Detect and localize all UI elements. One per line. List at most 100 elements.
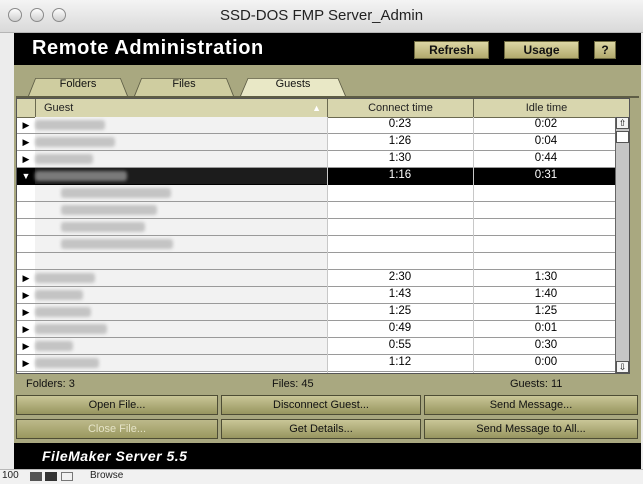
guest-name-redacted bbox=[35, 341, 73, 351]
table-row[interactable]: ▶ 1:12 0:00 bbox=[17, 355, 629, 372]
connect-time-cell: 0:23 bbox=[388, 118, 412, 130]
guest-name-redacted bbox=[35, 273, 95, 283]
idle-time-cell: 1:25 bbox=[534, 305, 558, 317]
table-row[interactable]: ▶ 0:23 0:02 bbox=[17, 117, 629, 134]
disclosure-collapsed-icon[interactable]: ▶ bbox=[19, 340, 33, 353]
row-spacer bbox=[19, 187, 33, 200]
row-spacer bbox=[19, 238, 33, 251]
connect-time-cell: 2:30 bbox=[388, 271, 412, 283]
header-spacer bbox=[17, 99, 35, 117]
tab-files[interactable]: Files bbox=[134, 74, 234, 96]
get-details-button[interactable]: Get Details... bbox=[221, 419, 421, 439]
column-header-guest-label: Guest bbox=[44, 102, 74, 114]
disclosure-collapsed-icon[interactable]: ▶ bbox=[19, 136, 33, 149]
idle-time-cell: 0:30 bbox=[534, 339, 558, 351]
disclosure-collapsed-icon[interactable]: ▶ bbox=[19, 289, 33, 302]
mode-indicator[interactable]: Browse bbox=[90, 470, 123, 481]
tab-folders[interactable]: Folders bbox=[28, 74, 128, 96]
help-button[interactable]: ? bbox=[594, 41, 616, 59]
scroll-up-arrow-icon[interactable]: ⇧ bbox=[616, 117, 629, 129]
guest-cell bbox=[35, 253, 327, 269]
guest-file-redacted bbox=[61, 188, 171, 198]
guest-cell bbox=[35, 338, 327, 354]
send-message-to-all-button[interactable]: Send Message to All... bbox=[424, 419, 638, 439]
disclosure-collapsed-icon[interactable]: ▶ bbox=[19, 306, 33, 319]
table-row[interactable]: ▶ 0:55 0:30 bbox=[17, 338, 629, 355]
disclosure-expanded-icon[interactable]: ▼ bbox=[19, 170, 33, 183]
disconnect-guest-button[interactable]: Disconnect Guest... bbox=[221, 395, 421, 415]
guest-name-redacted bbox=[35, 120, 105, 130]
guest-file-redacted bbox=[61, 222, 145, 232]
table-row[interactable]: ▶ 0:49 0:01 bbox=[17, 321, 629, 338]
disclosure-collapsed-icon[interactable]: ▶ bbox=[19, 153, 33, 166]
table-row[interactable]: ▶ 1:25 1:25 bbox=[17, 304, 629, 321]
column-header-idle-time[interactable]: Idle time bbox=[473, 99, 619, 117]
window-titlebar: SSD-DOS FMP Server_Admin bbox=[0, 0, 643, 33]
disclosure-collapsed-icon[interactable]: ▶ bbox=[19, 357, 33, 370]
column-divider bbox=[327, 117, 328, 373]
connect-time-cell: 1:30 bbox=[388, 152, 412, 164]
connect-time-cell: 1:16 bbox=[388, 169, 412, 181]
tab-files-label: Files bbox=[172, 78, 196, 90]
status-bar: 100 Browse bbox=[0, 469, 643, 484]
disclosure-collapsed-icon[interactable]: ▶ bbox=[19, 323, 33, 336]
column-header-guest[interactable]: Guest ▲ bbox=[35, 99, 327, 117]
send-message-button[interactable]: Send Message... bbox=[424, 395, 638, 415]
idle-time-cell: 0:44 bbox=[534, 152, 558, 164]
tab-guests[interactable]: Guests bbox=[240, 74, 346, 96]
guest-file-redacted bbox=[61, 239, 173, 249]
table-row[interactable]: ▶ 1:30 0:44 bbox=[17, 151, 629, 168]
files-count: Files: 45 bbox=[272, 378, 314, 390]
table-row[interactable]: ▶ 2:30 1:30 bbox=[17, 270, 629, 287]
idle-time-cell: 1:30 bbox=[534, 271, 558, 283]
connect-time-cell: 1:25 bbox=[388, 305, 412, 317]
zoom-out-icon[interactable] bbox=[30, 472, 42, 481]
admin-panel: Folders Files Guests Guest ▲ Connect tim… bbox=[14, 65, 641, 443]
guest-name-redacted bbox=[35, 137, 115, 147]
idle-time-cell: 0:00 bbox=[534, 356, 558, 368]
idle-time-cell: 0:31 bbox=[534, 169, 558, 181]
usage-button[interactable]: Usage bbox=[504, 41, 579, 59]
connect-time-cell: 1:12 bbox=[388, 356, 412, 368]
close-file-button[interactable]: Close File... bbox=[16, 419, 218, 439]
table-row[interactable] bbox=[17, 219, 629, 236]
column-header-connect-time[interactable]: Connect time bbox=[327, 99, 473, 117]
table-row[interactable]: ▶ 1:43 1:40 bbox=[17, 287, 629, 304]
sort-ascending-icon: ▲ bbox=[312, 103, 321, 113]
connect-time-cell: 1:26 bbox=[388, 135, 412, 147]
idle-time-cell: 0:01 bbox=[534, 322, 558, 334]
table-row[interactable] bbox=[17, 236, 629, 253]
row-spacer bbox=[19, 221, 33, 234]
guest-name-redacted bbox=[35, 358, 99, 368]
zoom-level[interactable]: 100 bbox=[2, 470, 19, 481]
disclosure-collapsed-icon[interactable]: ▶ bbox=[19, 119, 33, 132]
tab-folders-label: Folders bbox=[59, 78, 97, 90]
guest-name-redacted bbox=[35, 154, 93, 164]
table-row[interactable]: ▶ 1:26 0:04 bbox=[17, 134, 629, 151]
vertical-scrollbar[interactable]: ⇧ ⇩ bbox=[615, 117, 629, 373]
guest-name-redacted bbox=[35, 290, 83, 300]
table-row[interactable] bbox=[17, 202, 629, 219]
open-file-button[interactable]: Open File... bbox=[16, 395, 218, 415]
table-row[interactable] bbox=[17, 253, 629, 270]
page-title: Remote Administration bbox=[32, 37, 264, 59]
tab-guests-label: Guests bbox=[275, 78, 311, 90]
table-row[interactable]: ▼ 1:16 0:31 bbox=[17, 168, 629, 185]
idle-time-cell: 0:04 bbox=[534, 135, 558, 147]
scrollbar-thumb[interactable] bbox=[616, 131, 629, 143]
idle-time-cell: 1:40 bbox=[534, 288, 558, 300]
disclosure-collapsed-icon[interactable]: ▶ bbox=[19, 272, 33, 285]
filemaker-footer: FileMaker Server 5.5 bbox=[14, 443, 641, 469]
idle-time-cell: 0:02 bbox=[534, 118, 558, 130]
refresh-button[interactable]: Refresh bbox=[414, 41, 489, 59]
row-spacer bbox=[19, 204, 33, 217]
connect-time-cell: 0:49 bbox=[388, 322, 412, 334]
status-area-toggle-icon[interactable] bbox=[61, 472, 73, 481]
connect-time-cell: 0:55 bbox=[388, 339, 412, 351]
guest-name-redacted bbox=[35, 307, 91, 317]
admin-header: Remote Administration Refresh Usage ? bbox=[14, 33, 641, 65]
scroll-down-arrow-icon[interactable]: ⇩ bbox=[616, 361, 629, 373]
zoom-in-icon[interactable] bbox=[45, 472, 57, 481]
guest-name-redacted bbox=[35, 324, 107, 334]
table-row[interactable] bbox=[17, 185, 629, 202]
